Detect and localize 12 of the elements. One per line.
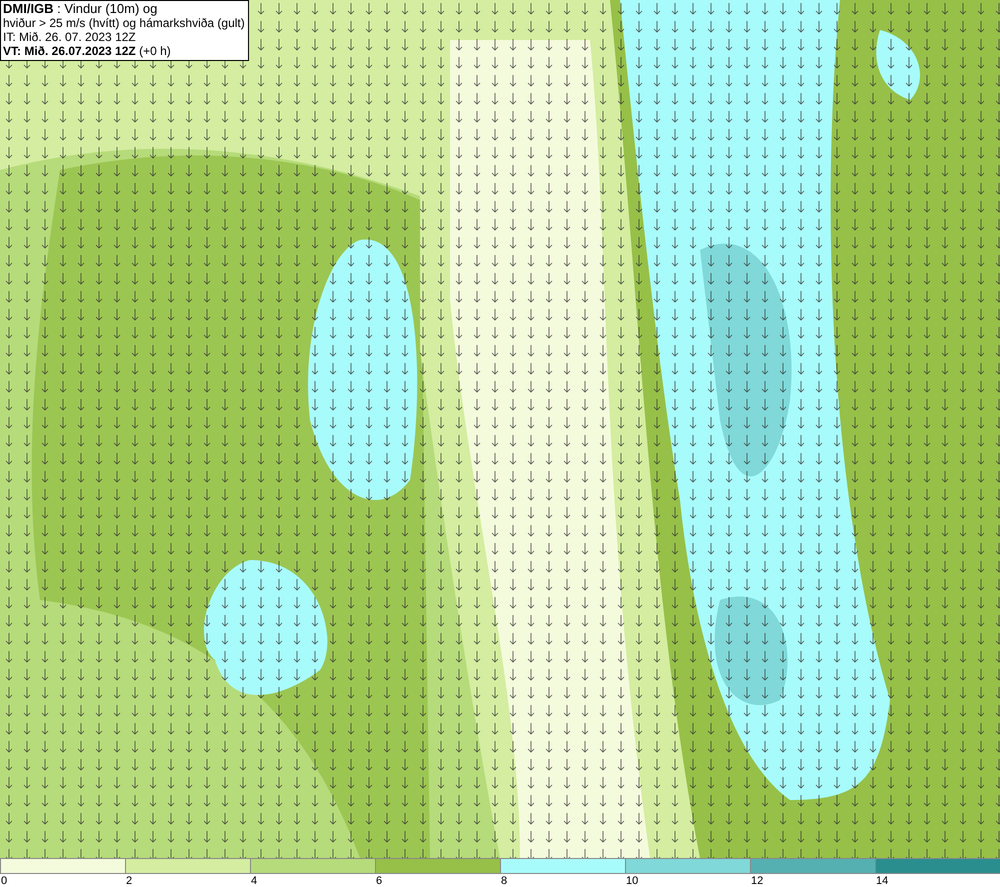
legend-label: 12	[750, 874, 764, 887]
legend-label: 0	[0, 874, 8, 887]
legend-label: 2	[125, 874, 132, 887]
legend-label: 4	[250, 874, 258, 887]
legend-label: 6	[375, 874, 382, 887]
title-line: hviður > 25 m/s (hvítt) og hámarkshviða (gult)	[3, 16, 245, 30]
legend-label: 10	[625, 874, 638, 887]
title-line: IT: Mið. 26. 07. 2023 12Z	[3, 30, 137, 44]
title-line: VT: Mið. 26.07.2023 12Z (+0 h)	[3, 44, 172, 58]
legend-label: 8	[500, 874, 508, 887]
title-line: DMI/IGB : Vindur (10m) og	[3, 2, 158, 16]
legend-label: 14	[875, 874, 888, 887]
